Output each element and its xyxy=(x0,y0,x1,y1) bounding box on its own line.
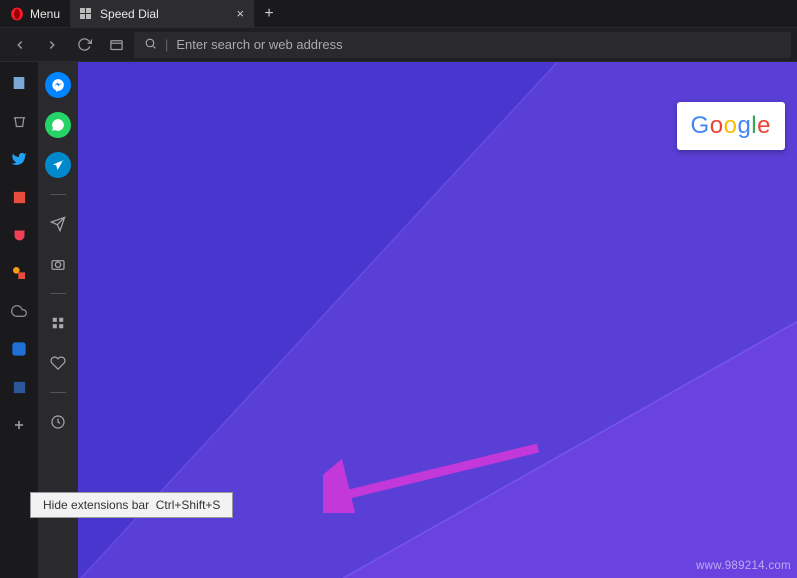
tab-speed-dial[interactable]: Speed Dial × xyxy=(70,0,255,27)
search-icon xyxy=(144,37,157,53)
sidebar-separator xyxy=(50,194,66,195)
tooltip-shortcut: Ctrl+Shift+S xyxy=(156,498,221,512)
tab-title: Speed Dial xyxy=(100,7,159,21)
heart-icon[interactable] xyxy=(45,350,71,376)
add-ext-icon[interactable] xyxy=(10,416,28,434)
cloud-ext-icon[interactable] xyxy=(10,302,28,320)
bookmark-ext-icon[interactable] xyxy=(10,74,28,92)
history-icon[interactable] xyxy=(45,409,71,435)
speed-dial-tile-google[interactable]: Google xyxy=(677,102,785,150)
grammarly-ext-icon[interactable] xyxy=(10,340,28,358)
shapes-ext-icon[interactable] xyxy=(10,264,28,282)
reload-button[interactable] xyxy=(70,31,98,59)
telegram-icon[interactable] xyxy=(45,152,71,178)
address-bar[interactable]: | Enter search or web address xyxy=(134,32,791,58)
whatsapp-icon[interactable] xyxy=(45,112,71,138)
hide-extensions-tooltip: Hide extensions bar Ctrl+Shift+S xyxy=(30,492,233,518)
twitter-ext-icon[interactable] xyxy=(10,150,28,168)
tooltip-text: Hide extensions bar xyxy=(43,498,149,512)
close-tab-icon[interactable]: × xyxy=(236,6,244,21)
word-ext-icon[interactable] xyxy=(10,378,28,396)
speed-dial-icon xyxy=(80,8,92,20)
menu-button[interactable]: Menu xyxy=(0,0,70,27)
office-ext-icon[interactable] xyxy=(10,188,28,206)
tab-bar: Menu Speed Dial × + xyxy=(0,0,797,28)
apps-icon[interactable] xyxy=(45,310,71,336)
back-button[interactable] xyxy=(6,31,34,59)
divider-icon: | xyxy=(165,37,168,52)
menu-label: Menu xyxy=(30,7,60,21)
sidebar-separator xyxy=(50,293,66,294)
camera-icon[interactable] xyxy=(45,251,71,277)
send-icon[interactable] xyxy=(45,211,71,237)
new-tab-button[interactable]: + xyxy=(255,0,283,27)
watermark: www.989214.com xyxy=(696,560,791,572)
pocket-ext-icon[interactable] xyxy=(10,226,28,244)
toolbar: | Enter search or web address xyxy=(0,28,797,62)
address-bar-placeholder: Enter search or web address xyxy=(176,37,342,52)
messenger-icon[interactable] xyxy=(45,72,71,98)
forward-button[interactable] xyxy=(38,31,66,59)
opera-logo-icon xyxy=(10,7,24,21)
trash-ext-icon[interactable] xyxy=(10,112,28,130)
sidebar-separator xyxy=(50,392,66,393)
home-button[interactable] xyxy=(102,31,130,59)
